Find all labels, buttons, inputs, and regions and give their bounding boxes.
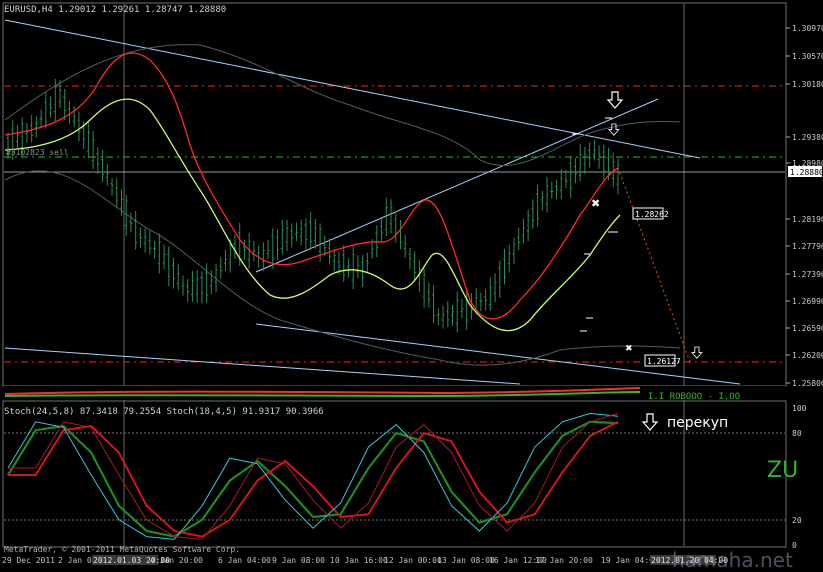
metatrader-chart-window[interactable]: ✖ ✖ I.I ROBOOO - I.OO 1.30970 1.30570 1.30… [0,0,823,570]
price-tick-label: 1.30180 [792,80,823,89]
watermark: hamaha.net [672,548,793,572]
time-tick-label: 6 Jan 04:00 [218,556,271,565]
stoch-tick-label: 20 [792,516,802,525]
copyright-text: MetaTrader, © 2001-2011 MetaQuotes Softw… [4,545,241,554]
overbought-note: перекуп [667,415,729,431]
cross-marker-icon: ✖ [591,197,600,210]
price-tick-label: 1.26590 [792,324,823,333]
price-tag-label: 1.28262 [635,210,669,219]
time-tick-label: 13 Jan 08:00 [437,556,495,565]
price-tick-label: 1.30970 [792,24,823,33]
time-tick-label: 29 Dec 2011 [2,556,55,565]
cross-marker-icon: ✖ [625,344,633,354]
price-tick-label: 1.28190 [792,215,823,224]
price-tick-label: 1.25800 [792,379,823,388]
price-tick-label: 1.30570 [792,52,823,61]
price-tick-label: 1.26990 [792,297,823,306]
stoch-tick-label: 80 [792,429,802,438]
symbol-title: EURUSD,H4 [4,5,53,15]
time-tick-label: 9 Jan 08:00 [272,556,325,565]
current-price-label: 1.28880 [790,168,823,177]
price-tag-label: 1.26127 [647,357,681,366]
strip-label: I.I ROBOOO - I.OO [648,392,740,402]
stochastic-header: Stoch(24,5,8) 87.3418 79.2554 Stoch(18,4… [4,407,324,417]
zu-label: ZU [767,458,799,483]
price-tick-label: 1.26200 [792,351,823,360]
price-tick-label: 1.29380 [792,133,823,142]
time-tick-label: 10 Jan 16:00 [330,556,388,565]
time-tick-label: 4 Jan 20:00 [150,556,203,565]
ohlc-values: 1.29012 1.29261 1.28747 1.28880 [58,5,227,15]
price-tick-label: 1.27790 [792,242,823,251]
time-tick-label: 17 Jan 20:00 [535,556,593,565]
order-object-label[interactable]: #3102823 sell [6,148,69,157]
stoch-tick-label: 100 [792,404,807,413]
time-tick-label: 12 Jan 00:00 [384,556,442,565]
chart-header: EURUSD,H4 1.29012 1.29261 1.28747 1.2888… [4,5,226,15]
price-tick-label: 1.27390 [792,270,823,279]
